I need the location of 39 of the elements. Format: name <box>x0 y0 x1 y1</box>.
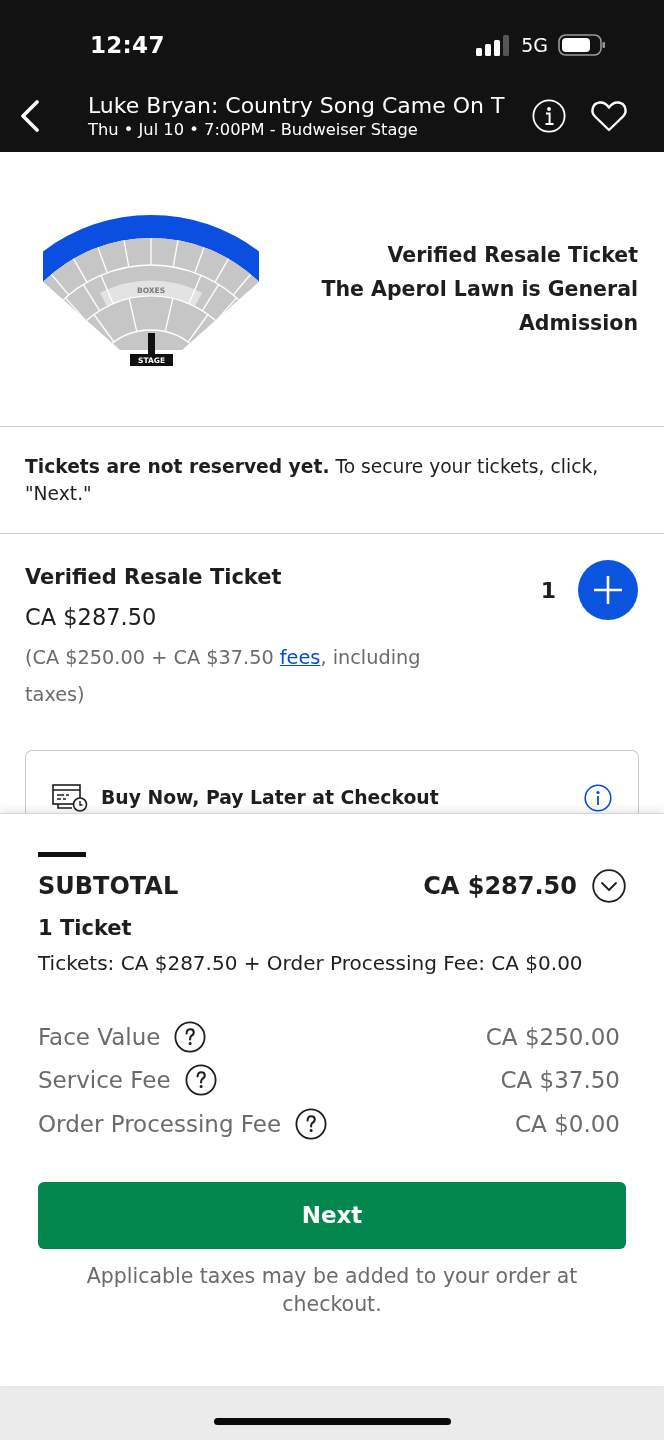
fee-value: CA $250.00 <box>485 1022 620 1052</box>
next-button[interactable]: Next <box>38 1181 626 1249</box>
sheet-handle[interactable] <box>38 852 86 857</box>
heart-icon[interactable] <box>590 99 628 133</box>
fee-label: Service Fee <box>38 1066 171 1095</box>
network-label: 5G <box>521 32 548 58</box>
ticket-type-title: Verified Resale Ticket <box>387 242 638 269</box>
ticket-name: Verified Resale Ticket <box>25 564 283 591</box>
help-icon[interactable] <box>184 1064 217 1097</box>
add-ticket-button[interactable] <box>578 560 638 620</box>
event-details: Thu • Jul 10 • 7:00PM - Budweiser Stage <box>88 118 419 141</box>
battery-icon <box>558 34 606 56</box>
tax-note: Applicable taxes may be added to your order at checkout. <box>85 1262 579 1318</box>
subtotal-label: SUBTOTAL <box>38 871 179 902</box>
ticket-price: CA $287.50 <box>25 603 158 632</box>
back-icon[interactable] <box>19 100 40 132</box>
help-icon[interactable] <box>174 1020 207 1053</box>
help-icon[interactable] <box>295 1107 328 1140</box>
ticket-count: 1 Ticket <box>38 915 133 942</box>
plus-icon <box>593 575 623 605</box>
section-note: The Aperol Lawn is General Admission <box>320 276 638 337</box>
fee-breakdown: (CA $250.00 + CA $37.50 fees, including taxes) <box>25 645 422 708</box>
fee-value: CA $37.50 <box>500 1066 620 1095</box>
fee-label: Order Processing Fee <box>38 1109 282 1139</box>
stage-drawing <box>130 333 173 366</box>
subtotal-amount: CA $287.50 <box>423 871 577 902</box>
price-summary: Tickets: CA $287.50 + Order Processing Fee: CA $0.00 <box>38 950 584 976</box>
pay-later-label: Buy Now, Pay Later at Checkout <box>101 786 439 810</box>
ticket-quantity: 1 <box>540 576 556 605</box>
info-icon[interactable] <box>584 784 612 812</box>
signal-icon <box>476 34 510 56</box>
fee-label: Face Value <box>38 1022 161 1052</box>
chevron-down-icon[interactable] <box>592 869 626 903</box>
reservation-notice: Tickets are not reserved yet. To secure your tickets, click, "Next." <box>25 455 600 506</box>
status-time: 12:47 <box>90 30 165 60</box>
fee-value: CA $0.00 <box>515 1109 620 1139</box>
event-title: Luke Bryan: Country Song Came On T <box>88 91 505 119</box>
fees-link[interactable]: fees <box>279 646 321 669</box>
lawn-section[interactable] <box>43 215 259 282</box>
